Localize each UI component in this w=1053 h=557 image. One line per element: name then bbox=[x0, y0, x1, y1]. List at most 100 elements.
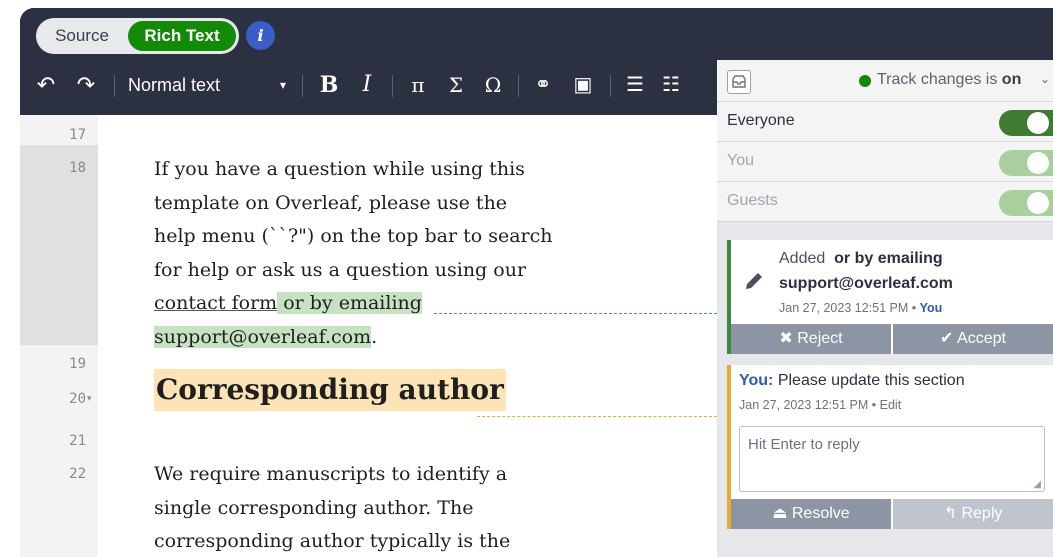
edit-comment-link[interactable]: Edit bbox=[880, 398, 902, 412]
reply-placeholder: Hit Enter to reply bbox=[748, 436, 860, 453]
info-icon[interactable]: i bbox=[246, 21, 275, 50]
formatting-toolbar: ↶ ↷ Normal text ▾ B I π Σ Ω ⚭ ▣ ☰ ☷ bbox=[20, 63, 717, 107]
line-number-gutter: 17 18 19 20 ▾ 21 22 bbox=[20, 115, 98, 557]
text-line: template on Overleaf, please use the bbox=[154, 191, 508, 214]
tracked-insertion[interactable]: or by emailing bbox=[277, 292, 422, 314]
reply-button[interactable]: ↰ Reply bbox=[893, 499, 1053, 529]
toolbar-divider bbox=[610, 75, 611, 97]
numbered-list-icon[interactable]: ☷ bbox=[658, 63, 684, 107]
section-heading[interactable]: Corresponding author bbox=[154, 369, 506, 411]
reject-button[interactable]: ✖ Reject bbox=[731, 324, 892, 354]
change-actions: ✖ Reject ✔ Accept bbox=[731, 324, 1053, 354]
pencil-icon bbox=[743, 270, 765, 298]
change-connector-line bbox=[434, 313, 717, 314]
text-line: We require manuscripts to identify a bbox=[154, 463, 508, 485]
everyone-toggle[interactable] bbox=[999, 110, 1053, 136]
comment-connector-line bbox=[477, 416, 717, 417]
text-line: help menu (``?") on the top bar to searc… bbox=[154, 225, 553, 247]
line-number: 19 bbox=[69, 356, 86, 372]
line-number: 21 bbox=[69, 433, 86, 449]
change-text: or by emailing bbox=[834, 250, 943, 267]
review-panel-toggle-button[interactable] bbox=[727, 70, 751, 94]
toggle-knob bbox=[1027, 152, 1049, 174]
tracked-insertion[interactable]: support@overleaf.com bbox=[154, 325, 372, 348]
toolbar-divider bbox=[114, 75, 115, 97]
period: . bbox=[371, 325, 378, 348]
text-line: support@overleaf.com. bbox=[154, 321, 552, 355]
editor-window: Source Rich Text i ↶ ↷ Normal text ▾ B I… bbox=[20, 8, 1053, 557]
text-style-dropdown[interactable]: Normal text ▾ bbox=[126, 63, 294, 107]
change-author: You bbox=[919, 301, 943, 315]
comment-body: You: Please update this section bbox=[739, 372, 965, 390]
comment-date: Jan 27, 2023 12:51 PM bbox=[739, 398, 869, 412]
resize-handle-icon[interactable]: ◢ bbox=[1033, 479, 1041, 490]
change-text: support@overleaf.com bbox=[779, 275, 953, 292]
chevron-down-icon: ▾ bbox=[279, 78, 286, 92]
undo-icon[interactable]: ↶ bbox=[32, 63, 60, 107]
text-line: If you have a question while using this bbox=[154, 158, 525, 180]
comment-text: Please update this section bbox=[777, 372, 965, 389]
toggle-knob bbox=[1027, 192, 1049, 214]
you-toggle[interactable] bbox=[999, 150, 1053, 176]
top-bar: Source Rich Text i bbox=[20, 8, 1053, 60]
change-action: Added bbox=[779, 250, 826, 267]
comment-actions: ⏏ Resolve ↰ Reply bbox=[731, 499, 1053, 529]
track-changes-row-label: You bbox=[727, 152, 754, 169]
toolbar-divider bbox=[392, 75, 393, 97]
pi-symbol-button[interactable]: π bbox=[406, 63, 430, 107]
inbox-icon bbox=[732, 75, 746, 88]
accept-button[interactable]: ✔ Accept bbox=[893, 324, 1053, 354]
source-mode-button[interactable]: Source bbox=[36, 18, 128, 54]
reply-input[interactable]: Hit Enter to reply ◢ bbox=[739, 426, 1045, 492]
line-number: 17 bbox=[69, 127, 86, 143]
redo-icon[interactable]: ↷ bbox=[72, 63, 100, 107]
resolve-button[interactable]: ⏏ Resolve bbox=[731, 499, 892, 529]
text-line: corresponding author typically is the bbox=[154, 530, 511, 552]
fold-chevron-icon[interactable]: ▾ bbox=[87, 393, 92, 404]
track-changes-row-guests: Guests bbox=[717, 182, 1053, 222]
track-changes-row-label: Everyone bbox=[727, 112, 795, 129]
separator: • bbox=[911, 301, 917, 315]
paragraph: We require manuscripts to identify a sin… bbox=[154, 458, 510, 557]
text-line: for help or ask us a question using our bbox=[154, 258, 527, 281]
toggle-knob bbox=[1027, 112, 1049, 134]
track-changes-row-everyone: Everyone bbox=[717, 102, 1053, 142]
bullet-list-icon[interactable]: ☰ bbox=[622, 63, 648, 107]
track-changes-state: on bbox=[1001, 71, 1022, 88]
chevron-down-icon[interactable]: ⌄ bbox=[1040, 72, 1050, 86]
toolbar-divider bbox=[518, 75, 519, 97]
review-panel: Track changes is on ⌄ Everyone You Guest… bbox=[717, 60, 1053, 557]
comment-meta: Jan 27, 2023 12:51 PM • Edit bbox=[739, 398, 901, 412]
italic-button[interactable]: I bbox=[356, 63, 378, 107]
link-icon[interactable]: ⚭ bbox=[530, 63, 556, 107]
sigma-symbol-button[interactable]: Σ bbox=[444, 63, 468, 107]
review-panel-header: Track changes is on ⌄ bbox=[717, 60, 1053, 102]
rich-text-mode-button[interactable]: Rich Text bbox=[128, 21, 236, 51]
image-icon[interactable]: ▣ bbox=[569, 63, 597, 107]
paragraph: If you have a question while using this … bbox=[154, 153, 552, 354]
tracked-change-card[interactable]: Added or by emailing support@overleaf.co… bbox=[727, 240, 1053, 354]
line-number: 20 bbox=[69, 391, 86, 407]
toolbar-divider bbox=[302, 75, 303, 97]
comment-author: You: bbox=[739, 372, 774, 389]
change-summary: Added or by emailing bbox=[779, 250, 943, 268]
status-dot-icon bbox=[859, 75, 871, 87]
track-changes-status[interactable]: Track changes is on bbox=[877, 71, 1021, 89]
bold-button[interactable]: B bbox=[316, 63, 342, 107]
comment-card[interactable]: You: Please update this section Jan 27, … bbox=[727, 365, 1053, 529]
guests-toggle[interactable] bbox=[999, 190, 1053, 216]
separator: • bbox=[871, 398, 877, 412]
text-line: contact form or by emailing bbox=[154, 287, 552, 321]
line-number: 22 bbox=[69, 466, 86, 482]
change-meta: Jan 27, 2023 12:51 PM • You bbox=[779, 301, 942, 315]
line-number: 18 bbox=[69, 160, 86, 176]
text-style-value: Normal text bbox=[128, 75, 221, 95]
track-changes-row-label: Guests bbox=[727, 192, 778, 209]
omega-symbol-button[interactable]: Ω bbox=[481, 63, 505, 107]
change-date: Jan 27, 2023 12:51 PM bbox=[779, 301, 909, 315]
rich-text-editor[interactable]: 17 18 19 20 ▾ 21 22 If you have a questi… bbox=[20, 115, 717, 557]
document-content[interactable]: If you have a question while using this … bbox=[154, 115, 717, 557]
contact-form-link[interactable]: contact form bbox=[154, 292, 277, 314]
editor-mode-switch: Source Rich Text bbox=[36, 18, 239, 54]
track-changes-label: Track changes is bbox=[877, 71, 1002, 88]
